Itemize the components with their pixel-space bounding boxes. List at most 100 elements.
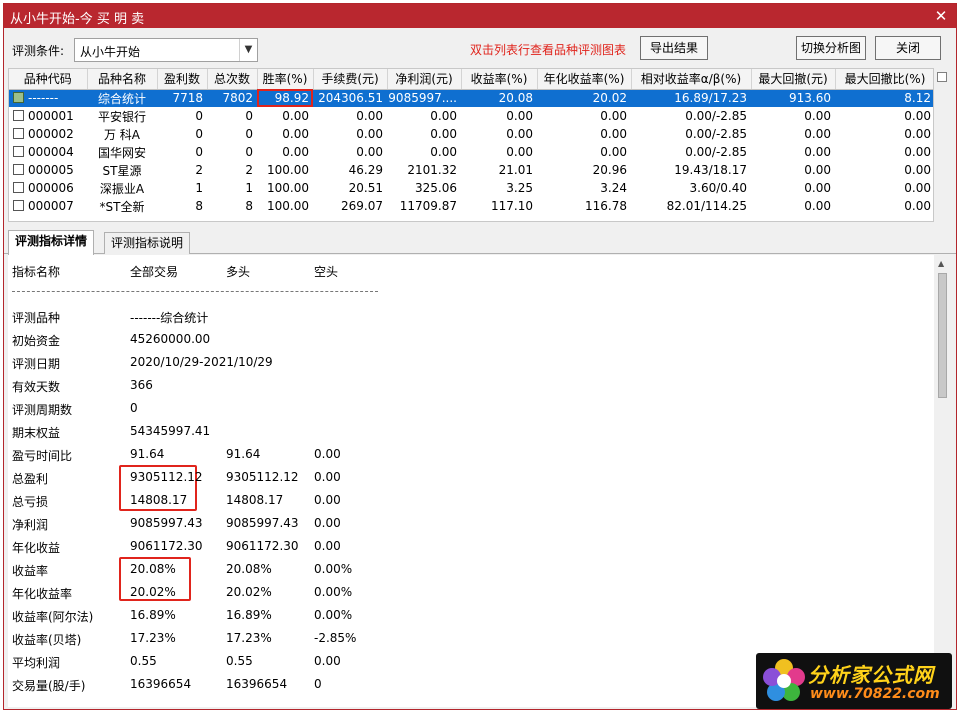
col-header[interactable]: 年化收益率(%) <box>537 69 632 90</box>
col-header[interactable]: 总次数 <box>207 69 258 90</box>
metric-value: -2.85% <box>314 631 357 645</box>
col-header[interactable]: 最大回撤比(%) <box>835 69 933 90</box>
table-cell: 0.00/-2.85 <box>685 109 747 123</box>
close-button[interactable]: 关闭 <box>875 36 941 60</box>
detail-scrollbar[interactable]: ▲ <box>934 255 951 707</box>
table-cell: 3.60/0.40 <box>689 181 747 195</box>
export-button[interactable]: 导出结果 <box>640 36 708 60</box>
detail-row: 评测周期数 0 <box>8 401 934 419</box>
cell-code-text: 000007 <box>28 199 74 213</box>
detail-row: 评测日期 2020/10/29-2021/10/29 <box>8 355 934 373</box>
table-cell: 0.00 <box>600 109 627 123</box>
col-header[interactable]: 净利润(元) <box>387 69 462 90</box>
table-cell: 0.00 <box>506 145 533 159</box>
table-cell: 0.00 <box>600 127 627 141</box>
table-cell: 深振业A <box>99 181 145 196</box>
table-cell: 7718 <box>157 89 207 107</box>
cell-code-text: 000002 <box>28 127 74 141</box>
table-row[interactable]: 000006 深振业A 1 1 100.00 20.51 325.06 3.25 3.24 3.6… <box>9 179 933 197</box>
table-cell: 269.07 <box>341 199 383 213</box>
table-row[interactable]: ------- 综合统计 7718 7802 98.92 204306.51 9085997… <box>9 89 933 107</box>
table-row[interactable]: 000005 ST星源 2 2 100.00 46.29 2101.32 21.01 20.96… <box>9 161 933 179</box>
col-header[interactable]: 手续费(元) <box>313 69 388 90</box>
document-icon <box>13 128 24 139</box>
table-cell: 0.00 <box>804 181 831 195</box>
table-cell: 100.00 <box>267 199 309 213</box>
table-cell: 8 <box>195 199 203 213</box>
cell-code: 000002 <box>9 125 87 143</box>
document-icon <box>13 146 24 157</box>
grid-checkbox[interactable] <box>937 72 947 82</box>
detail-row: 年化收益 9061172.30 9061172.30 0.00 <box>8 539 934 557</box>
scroll-up-icon[interactable]: ▲ <box>938 259 944 268</box>
metric-name: 收益率(阿尔法) <box>12 610 94 624</box>
table-cell: 0.00 <box>904 181 931 195</box>
detail-header: 多头 <box>226 265 251 279</box>
detail-divider <box>12 291 378 292</box>
detail-row: 评测品种 -------综合统计 <box>8 309 934 327</box>
metric-name: 收益率 <box>12 564 49 578</box>
table-cell: 0.00 <box>356 145 383 159</box>
metric-value: 0.55 <box>130 654 157 668</box>
col-header[interactable]: 品种代码 <box>9 69 88 90</box>
cell-code: ------- <box>9 89 87 107</box>
table-cell: 0.00 <box>804 199 831 213</box>
close-icon[interactable]: ✕ <box>932 7 950 25</box>
table-cell: 46.29 <box>348 163 383 177</box>
tab-explanation[interactable]: 评测指标说明 <box>104 232 191 254</box>
metric-name: 年化收益率 <box>12 587 73 601</box>
scroll-thumb[interactable] <box>938 273 947 398</box>
col-header[interactable]: 相对收益率α/β(%) <box>631 69 752 90</box>
col-header[interactable]: 最大回撤(元) <box>751 69 836 90</box>
metric-value: 14808.17 <box>226 493 284 507</box>
grid-scrollbar[interactable] <box>935 68 949 222</box>
metric-value: 0.00% <box>314 562 353 576</box>
table-cell: 0 <box>245 109 253 123</box>
metric-value: 0.00 <box>314 493 341 507</box>
results-grid[interactable]: 品种代码 品种名称 盈利数 总次数 胜率(%) 手续费(元) 净利润(元) 收益… <box>8 68 934 222</box>
table-cell: 100.00 <box>267 181 309 195</box>
flower-logo-icon <box>763 659 805 701</box>
switch-chart-button[interactable]: 切换分析图 <box>796 36 866 60</box>
metric-value: 20.08% <box>226 562 272 576</box>
table-cell: 0.00 <box>804 109 831 123</box>
metric-value: 17.23% <box>130 631 176 645</box>
col-header[interactable]: 盈利数 <box>157 69 208 90</box>
table-cell: 0 <box>195 109 203 123</box>
col-header[interactable]: 胜率(%) <box>257 69 314 90</box>
table-row[interactable]: 000001 平安银行 0 0 0.00 0.00 0.00 0.00 0.00 0.00/-2.… <box>9 107 933 125</box>
tab-details[interactable]: 评测指标详情 <box>8 230 95 255</box>
col-header[interactable]: 收益率(%) <box>461 69 538 90</box>
grid-header-row: 品种代码 品种名称 盈利数 总次数 胜率(%) 手续费(元) 净利润(元) 收益… <box>9 69 933 90</box>
condition-select[interactable]: 从小牛开始 ▼ <box>74 38 258 62</box>
metric-value: 54345997.41 <box>130 424 211 438</box>
metric-value: 91.64 <box>226 447 261 461</box>
metric-name: 总盈利 <box>12 472 49 486</box>
detail-row: 有效天数 366 <box>8 378 934 396</box>
table-cell: 11709.87 <box>399 199 457 213</box>
metric-name: 总亏损 <box>12 495 49 509</box>
table-row[interactable]: 000002 万 科A 0 0 0.00 0.00 0.00 0.00 0.00 0.00/-2.… <box>9 125 933 143</box>
document-icon <box>13 92 24 104</box>
metric-value: 0.00% <box>314 585 353 599</box>
metric-value: 9305112.12 <box>226 470 299 484</box>
table-row[interactable]: 000004 国华网安 0 0 0.00 0.00 0.00 0.00 0.00 0.00/-2.… <box>9 143 933 161</box>
metric-value: 0.00% <box>314 608 353 622</box>
col-header[interactable]: 品种名称 <box>87 69 158 90</box>
metric-value: 20.02% <box>226 585 272 599</box>
double-click-hint: 双击列表行查看品种评测图表 <box>470 43 627 57</box>
metric-name: 评测周期数 <box>12 403 73 417</box>
cell-code-text: 000005 <box>28 163 74 177</box>
detail-row: 收益率 20.08% 20.08% 0.00% <box>8 562 934 580</box>
table-cell: 204306.51 <box>313 89 387 107</box>
table-row[interactable]: 000007 *ST全新 8 8 100.00 269.07 11709.87 117.10 1… <box>9 197 933 215</box>
table-cell: ST星源 <box>102 163 142 178</box>
table-cell: 万 科A <box>103 127 141 142</box>
table-cell: 100.00 <box>267 163 309 177</box>
cell-code: 000005 <box>9 161 87 179</box>
table-cell: 21.01 <box>498 163 533 177</box>
chevron-down-icon[interactable]: ▼ <box>239 39 257 61</box>
metric-name: 净利润 <box>12 518 49 532</box>
cell-code-text: 000006 <box>28 181 74 195</box>
metric-value: 0.00 <box>314 447 341 461</box>
